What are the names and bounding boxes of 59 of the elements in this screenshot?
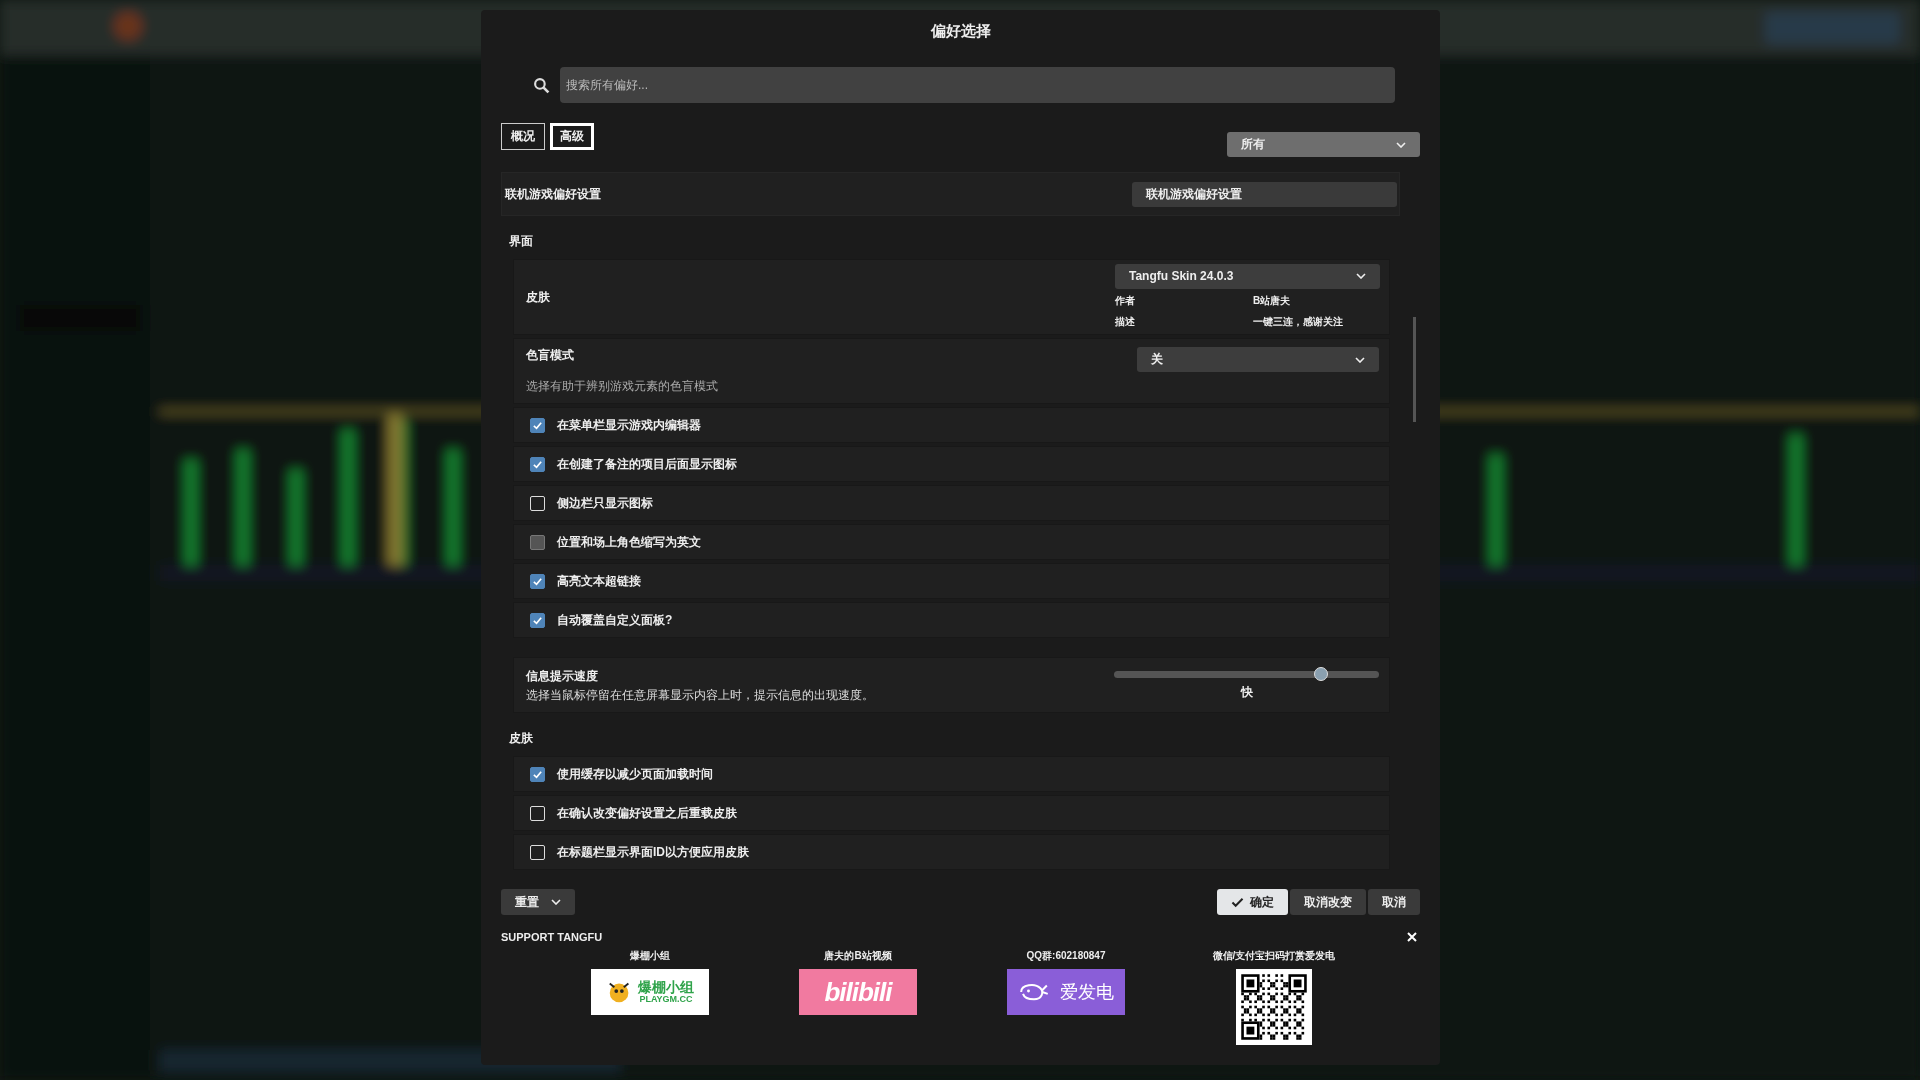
support-label: QQ群:602180847 bbox=[1026, 949, 1106, 963]
logo-text: bilibili bbox=[824, 976, 892, 1008]
support-label: 爆棚小组 bbox=[630, 949, 670, 963]
checkbox[interactable] bbox=[530, 612, 545, 628]
colorblind-dropdown[interactable]: 关 bbox=[1137, 347, 1379, 372]
cancel-button[interactable]: 取消 bbox=[1368, 889, 1420, 915]
search-field[interactable]: 搜索所有偏好... bbox=[560, 67, 1395, 103]
search-icon bbox=[533, 76, 550, 94]
chevron-icon bbox=[1396, 141, 1406, 148]
section-heading: 界面 bbox=[508, 233, 534, 250]
close-icon[interactable] bbox=[1406, 931, 1418, 943]
check-icon bbox=[1231, 896, 1244, 908]
reset-dropdown[interactable]: 重置 bbox=[501, 889, 575, 915]
slider-thumb[interactable] bbox=[1313, 667, 1328, 681]
checkbox[interactable] bbox=[530, 417, 545, 433]
checkbox-label: 使用缓存以减少页面加载时间 bbox=[557, 765, 713, 783]
online-preferences-button[interactable]: 联机游戏偏好设置 bbox=[1132, 181, 1397, 207]
skin-dropdown[interactable]: Tangfu Skin 24.0.3 bbox=[1115, 263, 1380, 289]
checkbox[interactable] bbox=[530, 766, 545, 782]
checkbox-label: 在标题栏显示界面ID以方便应用皮肤 bbox=[557, 843, 749, 861]
checkbox-label: 自动覆盖自定义面板? bbox=[557, 611, 673, 629]
qr-code[interactable] bbox=[1236, 969, 1312, 1045]
logo-text: 爱发电 bbox=[1060, 981, 1114, 1004]
afdian-logo[interactable]: 爱发电 bbox=[1007, 969, 1125, 1015]
section-heading: 皮肤 bbox=[508, 730, 534, 747]
checkbox[interactable] bbox=[530, 456, 545, 472]
cancel-button[interactable]: 取消改变 bbox=[1290, 889, 1366, 915]
chevron-icon bbox=[1355, 356, 1365, 363]
tab[interactable]: 高级 bbox=[550, 123, 594, 150]
support-title: SUPPORT TANGFU bbox=[501, 931, 603, 943]
chevron-icon bbox=[551, 899, 561, 905]
checkbox-label: 位置和场上角色缩写为英文 bbox=[557, 533, 701, 551]
dialog-title: 偏好选择 bbox=[930, 22, 991, 41]
slider-reading: 快 bbox=[1240, 684, 1253, 701]
detail-label: 作者 bbox=[1115, 293, 1136, 308]
support-label: 微信/支付宝扫码打赏爱发电 bbox=[1212, 949, 1336, 963]
detail-value: 一键三连，感谢关注 bbox=[1253, 314, 1343, 329]
detail-label: 描述 bbox=[1115, 314, 1136, 329]
setting-description: 选择有助于辨别游戏元素的色盲模式 bbox=[526, 378, 718, 395]
checkbox-label: 在确认改变偏好设置之后重载皮肤 bbox=[557, 804, 737, 822]
detail-value: B站唐夫 bbox=[1253, 293, 1291, 308]
setting-label: 联机游戏偏好设置 bbox=[505, 185, 601, 203]
logo-text: PLAYGM.CC bbox=[639, 994, 693, 1005]
setting-label: 皮肤 bbox=[526, 288, 550, 306]
checkbox-label: 在创建了备注的项目后面显示图标 bbox=[557, 455, 737, 473]
setting-description: 选择当鼠标停留在任意屏幕显示内容上时，提示信息的出现速度。 bbox=[526, 687, 874, 704]
checkbox-label: 在菜单栏显示游戏内编辑器 bbox=[557, 416, 701, 434]
logo-text: 爆棚小组 bbox=[638, 979, 694, 995]
whale-icon bbox=[1018, 981, 1050, 1003]
setting-label: 信息提示速度 bbox=[526, 668, 599, 685]
support-label: 唐夫的B站视频 bbox=[824, 949, 892, 963]
setting-label: 色盲模式 bbox=[526, 347, 575, 364]
chevron-icon bbox=[1356, 273, 1366, 279]
checkbox-label: 侧边栏只显示图标 bbox=[557, 494, 653, 512]
tab[interactable]: 概况 bbox=[501, 123, 545, 150]
checkbox[interactable] bbox=[530, 573, 545, 589]
confirm-button[interactable]: 确定 bbox=[1217, 889, 1288, 915]
checkbox-label: 高亮文本超链接 bbox=[557, 572, 641, 590]
filter-dropdown[interactable]: 所有 bbox=[1227, 132, 1420, 157]
